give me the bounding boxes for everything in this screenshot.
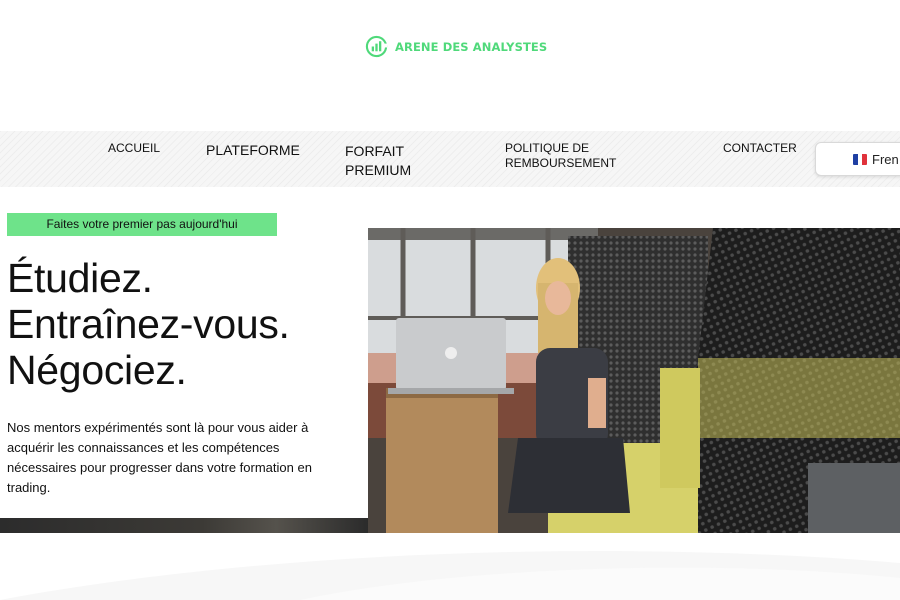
brand-logo[interactable]: ARENE DES ANALYSTES xyxy=(365,35,547,58)
language-label: Fren xyxy=(872,151,899,167)
nav-item-contacter[interactable]: CONTACTER xyxy=(723,141,797,155)
headline-line-2: Entraînez-vous. xyxy=(7,301,290,347)
france-flag-icon xyxy=(853,154,867,165)
headline-line-1: Étudiez. xyxy=(7,255,153,301)
nav-item-politique-remboursement[interactable]: POLITIQUE DE REMBOURSEMENT xyxy=(505,141,625,171)
decorative-swoosh xyxy=(0,551,900,600)
chart-circle-icon xyxy=(365,35,388,58)
hero-photo xyxy=(368,228,900,533)
nav-item-forfait-premium[interactable]: FORFAIT PREMIUM xyxy=(345,142,435,180)
headline-line-3: Négociez. xyxy=(7,347,187,393)
language-selector-button[interactable]: Fren xyxy=(815,142,900,176)
hero-photo-strip xyxy=(0,518,368,533)
nav-item-accueil[interactable]: ACCUEIL xyxy=(108,141,160,155)
hero-badge: Faites votre premier pas aujourd'hui xyxy=(7,213,277,236)
hero-headline: Étudiez. Entraînez-vous. Négociez. xyxy=(7,255,357,393)
hero-description: Nos mentors expérimentés sont là pour vo… xyxy=(7,420,312,495)
brand-name: ARENE DES ANALYSTES xyxy=(395,39,548,54)
main-navigation: ACCUEIL PLATEFORME FORFAIT PREMIUM POLIT… xyxy=(0,131,900,187)
nav-item-plateforme[interactable]: PLATEFORME xyxy=(206,142,300,158)
